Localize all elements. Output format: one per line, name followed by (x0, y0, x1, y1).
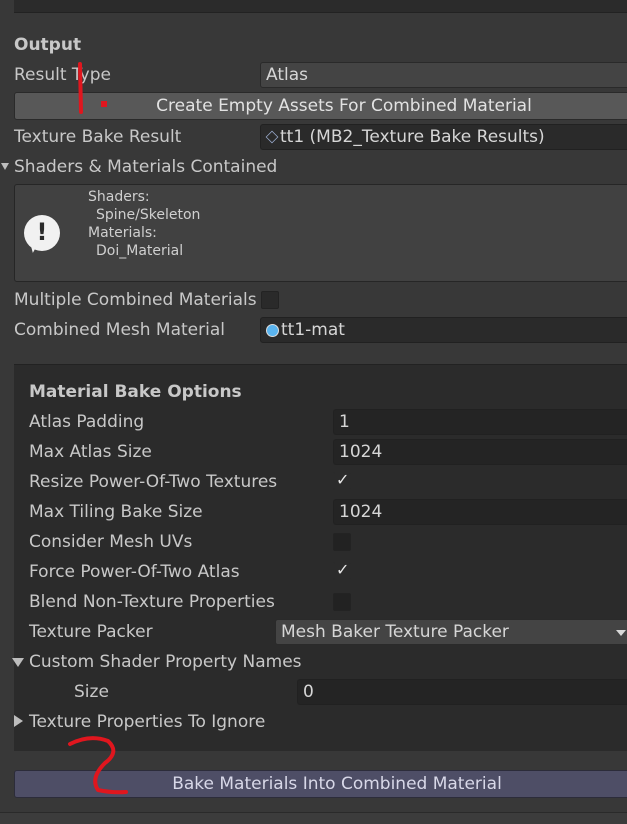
annotation-dot (101, 101, 107, 107)
annotation-overlay (68, 62, 128, 795)
annotation-mark-1 (78, 62, 83, 114)
annotation-mark-2 (68, 736, 128, 795)
